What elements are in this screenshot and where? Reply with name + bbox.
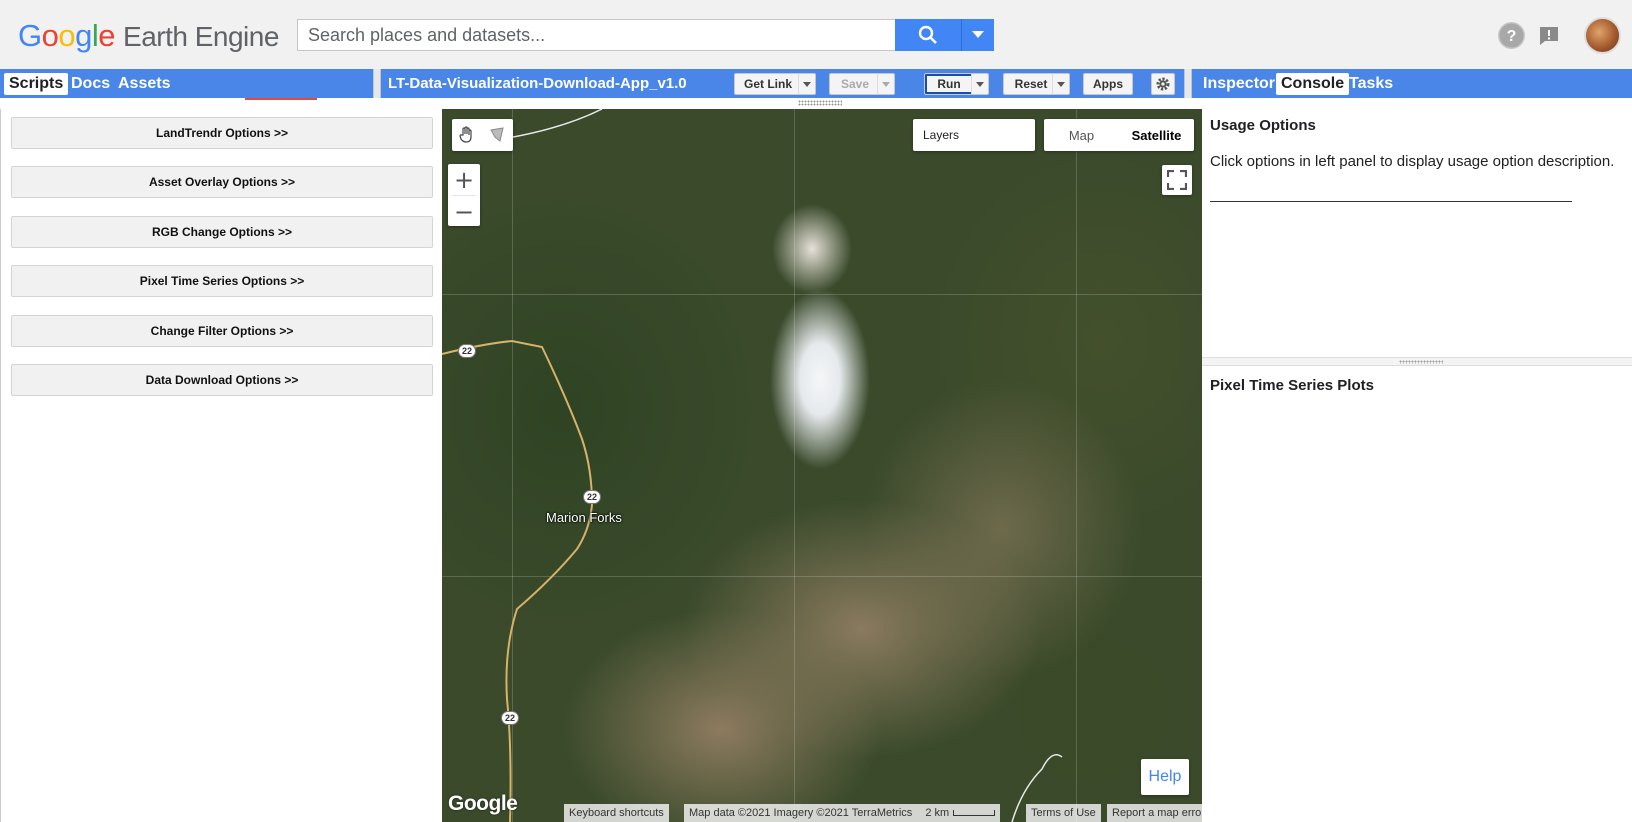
- usage-divider-line: [1210, 201, 1572, 202]
- chevron-down-icon: [803, 81, 811, 87]
- earth-engine-app: G o o g l e Earth Engine ? Scripts Docs …: [0, 0, 1632, 822]
- hand-icon: [459, 126, 472, 143]
- map-data-text: Map data ©2021 Imagery ©2021 TerraMetric…: [689, 807, 913, 819]
- loading-indicator: [245, 98, 317, 100]
- save-button[interactable]: Save: [829, 73, 881, 95]
- change-filter-options-button[interactable]: Change Filter Options >>: [11, 315, 433, 347]
- run-dropdown[interactable]: [971, 73, 989, 95]
- panel-divider-right[interactable]: [1184, 69, 1192, 98]
- top-header: G o o g l e Earth Engine ?: [0, 0, 1632, 69]
- asset-overlay-options-button[interactable]: Asset Overlay Options >>: [11, 166, 433, 198]
- chevron-down-icon: [882, 81, 890, 87]
- tab-assets[interactable]: Assets: [113, 73, 175, 95]
- rgb-change-options-button[interactable]: RGB Change Options >>: [11, 216, 433, 248]
- search-box: [297, 19, 896, 51]
- map-type-satellite-button[interactable]: Satellite: [1119, 119, 1194, 151]
- map-help-button[interactable]: Help: [1141, 759, 1189, 795]
- map-type-control: Map Satellite: [1044, 119, 1194, 151]
- map-canvas[interactable]: 22 22 22 Marion Forks + − Layers Map Sat…: [442, 109, 1202, 822]
- polygon-icon: [490, 127, 504, 142]
- search-button[interactable]: [895, 19, 961, 51]
- draw-shape-tool[interactable]: [482, 119, 512, 151]
- map-data-attribution: Map data ©2021 Imagery ©2021 TerraMetric…: [684, 804, 1001, 822]
- road-shield: 22: [458, 344, 476, 358]
- fullscreen-icon: [1167, 170, 1187, 190]
- apps-button[interactable]: Apps: [1083, 73, 1133, 95]
- run-button[interactable]: Run: [924, 73, 974, 95]
- map-type-map-button[interactable]: Map: [1044, 119, 1119, 151]
- usage-panel: Usage Options Click options in left pane…: [1202, 109, 1632, 822]
- panel-splitter[interactable]: [1202, 357, 1632, 366]
- logo-letter: G: [18, 18, 42, 53]
- terms-of-use-link[interactable]: Terms of Use: [1026, 804, 1101, 822]
- script-title: LT-Data-Visualization-Download-App_v1.0: [388, 75, 687, 92]
- tab-tasks[interactable]: Tasks: [1344, 73, 1398, 95]
- panel-divider-left[interactable]: [373, 69, 381, 98]
- help-icon: ?: [1499, 23, 1524, 48]
- avatar[interactable]: [1584, 17, 1621, 54]
- zoom-control: + −: [448, 164, 480, 226]
- horizontal-splitter-handle[interactable]: [798, 100, 842, 106]
- reset-dropdown[interactable]: [1052, 73, 1070, 95]
- save-dropdown[interactable]: [877, 73, 895, 95]
- google-earth-engine-logo[interactable]: G o o g l e Earth Engine: [18, 18, 279, 54]
- report-map-error-link[interactable]: Report a map error: [1107, 804, 1202, 822]
- chevron-down-icon: [972, 31, 984, 38]
- google-watermark: Google: [448, 792, 518, 815]
- map-drawing-tools: [452, 119, 513, 151]
- reset-button[interactable]: Reset: [1003, 73, 1059, 95]
- logo-letter: o: [41, 18, 59, 53]
- landtrendr-options-button[interactable]: LandTrendr Options >>: [11, 117, 433, 149]
- gear-icon: [1156, 77, 1170, 91]
- chevron-down-icon: [976, 81, 984, 87]
- feedback-icon: [1539, 26, 1558, 45]
- pixel-time-series-plots-title: Pixel Time Series Plots: [1210, 377, 1374, 394]
- tab-docs[interactable]: Docs: [66, 73, 115, 95]
- logo-product-name: Earth Engine: [123, 21, 279, 52]
- place-label: Marion Forks: [546, 510, 622, 525]
- get-link-button[interactable]: Get Link: [734, 73, 802, 95]
- layers-button[interactable]: Layers: [913, 119, 1035, 151]
- svg-text:?: ?: [1507, 28, 1517, 45]
- keyboard-shortcuts-link[interactable]: Keyboard shortcuts: [564, 804, 669, 822]
- search-options-dropdown[interactable]: [961, 19, 994, 51]
- settings-button[interactable]: [1151, 73, 1175, 95]
- search-input[interactable]: [298, 20, 896, 50]
- road-shield: 22: [583, 490, 601, 504]
- splitter-grip-icon: [1399, 360, 1443, 364]
- data-download-options-button[interactable]: Data Download Options >>: [11, 364, 433, 396]
- search-icon: [918, 25, 937, 44]
- scale-bar: [953, 810, 996, 817]
- pan-tool[interactable]: [452, 119, 482, 151]
- usage-options-title: Usage Options: [1210, 117, 1316, 134]
- help-button[interactable]: ?: [1498, 22, 1525, 49]
- tab-console[interactable]: Console: [1276, 73, 1350, 95]
- feedback-button[interactable]: [1535, 22, 1562, 49]
- app-options-panel: LandTrendr Options >> Asset Overlay Opti…: [0, 109, 442, 822]
- scale-label[interactable]: 2 km: [925, 807, 949, 819]
- get-link-dropdown[interactable]: [798, 73, 816, 95]
- road-lines: [442, 109, 1063, 822]
- fullscreen-button[interactable]: [1162, 165, 1192, 195]
- logo-letter: g: [75, 18, 92, 53]
- zoom-out-button[interactable]: −: [448, 196, 480, 227]
- road-shield: 22: [501, 711, 519, 725]
- logo-letter: o: [58, 18, 76, 53]
- tab-scripts[interactable]: Scripts: [4, 73, 69, 95]
- zoom-in-button[interactable]: +: [448, 164, 480, 195]
- tab-inspector[interactable]: Inspector: [1198, 73, 1280, 95]
- pixel-time-series-options-button[interactable]: Pixel Time Series Options >>: [11, 265, 433, 297]
- usage-options-description: Click options in left panel to display u…: [1210, 153, 1615, 170]
- logo-letter: e: [98, 18, 116, 53]
- chevron-down-icon: [1057, 81, 1065, 87]
